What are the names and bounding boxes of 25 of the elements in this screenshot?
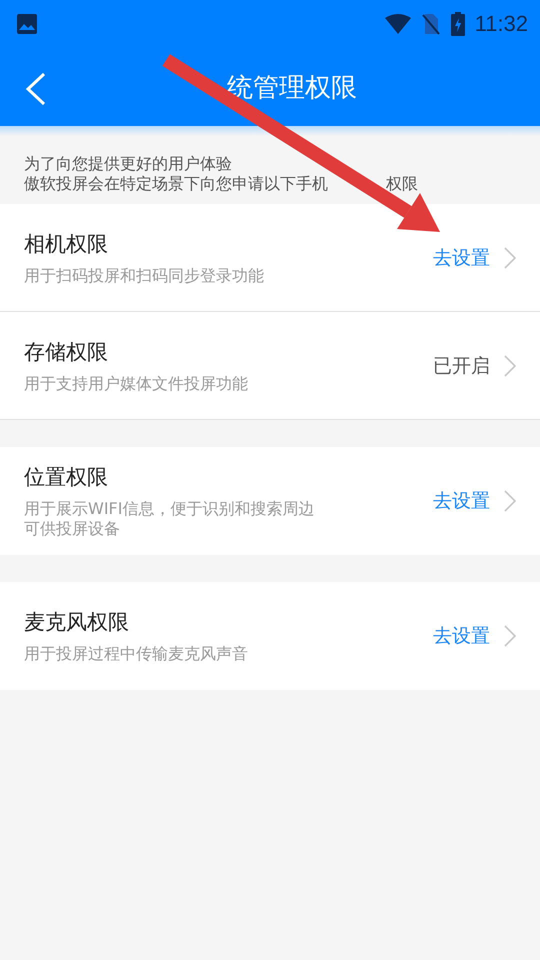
permission-description: 用于投屏过程中传输麦克风声音 (24, 644, 249, 664)
permission-title: 存储权限 (24, 338, 109, 366)
permission-description: 用于展示WIFI信息，便于识别和搜索周边可供投屏设备 (24, 499, 316, 539)
permission-action[interactable]: 去设置 (433, 623, 516, 649)
permission-title: 位置权限 (24, 464, 109, 491)
permission-action[interactable]: 去设置 (433, 244, 516, 270)
intro-text: 权限 (386, 174, 418, 194)
chevron-icon (504, 354, 516, 376)
battery-icon (450, 12, 465, 36)
back-button[interactable] (24, 72, 48, 106)
clock-time: 11:32 (474, 11, 528, 37)
chevron-icon (504, 490, 516, 512)
permission-title: 麦克风权限 (24, 609, 130, 636)
intro-text: 傲软投屏会在特定场景下向您申请以下手机 (24, 174, 328, 194)
wifi-icon (384, 14, 411, 34)
no-sim-icon (420, 13, 441, 35)
chevron-icon (504, 246, 516, 268)
permission-title: 相机权限 (24, 230, 109, 258)
permission-description: 用于支持用户媒体文件投屏功能 (24, 374, 249, 394)
permission-description: 用于扫码投屏和扫码同步登录功能 (24, 266, 265, 286)
intro-text: 为了向您提供更好的用户体验 (24, 154, 232, 174)
permission-action[interactable]: 去设置 (433, 488, 516, 514)
permission-action[interactable]: 已开启 (433, 352, 516, 378)
chevron-icon (504, 625, 516, 647)
image-icon (16, 13, 38, 35)
